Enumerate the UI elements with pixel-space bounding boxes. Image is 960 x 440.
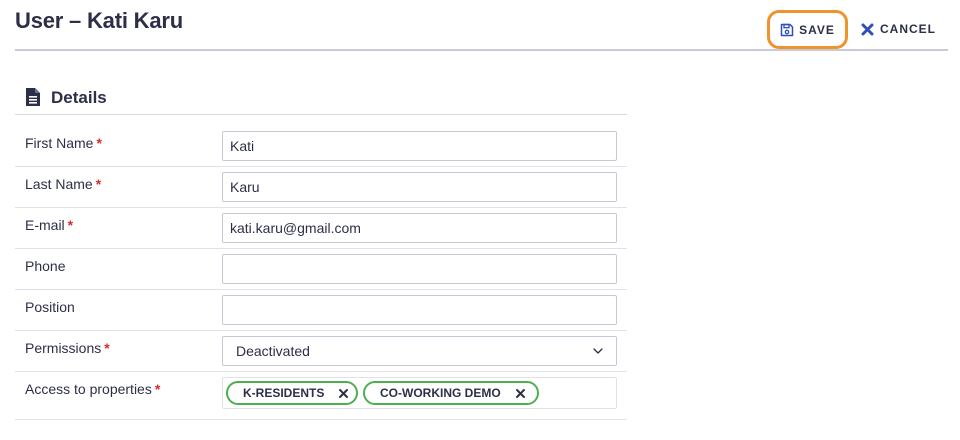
phone-input[interactable] [222, 254, 617, 284]
chevron-down-icon [593, 348, 603, 354]
last-name-label: Last Name * [25, 176, 102, 192]
close-icon[interactable] [515, 388, 526, 399]
save-button-label: SAVE [799, 22, 835, 37]
property-tag-label: CO-WORKING DEMO [380, 386, 501, 400]
required-marker: * [96, 135, 102, 151]
form-row-position: Position [15, 290, 627, 331]
permissions-select-value: Deactivated [236, 343, 310, 359]
close-icon [861, 23, 874, 36]
first-name-input[interactable] [222, 131, 617, 161]
required-marker: * [95, 176, 102, 192]
save-button[interactable]: SAVE [767, 10, 848, 49]
property-tag-label: K-RESIDENTS [243, 386, 325, 400]
email-input[interactable] [222, 213, 617, 243]
required-marker: * [154, 381, 161, 397]
required-marker: * [104, 340, 110, 356]
close-icon[interactable] [338, 388, 349, 399]
document-icon [25, 87, 41, 107]
form-row-first-name: First Name * [15, 126, 627, 167]
form-row-permissions: Permissions * Deactivated [15, 331, 627, 372]
form-row-last-name: Last Name * [15, 167, 627, 208]
phone-label: Phone [25, 258, 66, 274]
email-label: E-mail * [25, 217, 74, 233]
cancel-button-label: CANCEL [880, 22, 936, 36]
first-name-label: First Name * [25, 135, 102, 151]
properties-label: Access to properties * [25, 381, 161, 397]
property-tag: K-RESIDENTS [226, 381, 358, 405]
form-row-phone: Phone [15, 249, 627, 290]
section-header: Details [15, 81, 627, 115]
last-name-input[interactable] [222, 172, 617, 202]
required-marker: * [67, 217, 74, 233]
form-row-email: E-mail * [15, 208, 627, 249]
permissions-select[interactable]: Deactivated [222, 336, 617, 366]
property-tag: CO-WORKING DEMO [363, 381, 539, 405]
position-input[interactable] [222, 295, 617, 325]
position-label: Position [25, 299, 75, 315]
floppy-disk-icon [780, 23, 794, 37]
properties-tag-input[interactable]: K-RESIDENTS CO-WORKING DEMO [222, 377, 617, 409]
page-title: User – Kati Karu [15, 8, 183, 33]
cancel-button[interactable]: CANCEL [861, 17, 936, 41]
form-row-properties: Access to properties * K-RESIDENTS CO-WOR… [15, 372, 627, 420]
page-header: User – Kati Karu SAVE CANCEL [15, 0, 948, 51]
section-title: Details [51, 88, 107, 107]
permissions-label: Permissions * [25, 340, 110, 356]
